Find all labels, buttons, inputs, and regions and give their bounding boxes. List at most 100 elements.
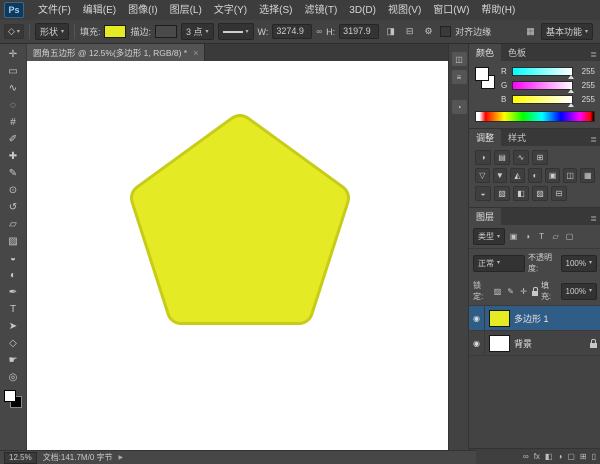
history-panel-icon[interactable]: ◫: [452, 52, 467, 66]
quick-selection-tool[interactable]: ◌: [2, 97, 24, 114]
properties-panel-icon[interactable]: ≡: [452, 70, 467, 84]
new-layer-icon[interactable]: ⊞: [580, 453, 587, 461]
menu-type[interactable]: 文字(Y): [208, 1, 253, 20]
slider-thumb[interactable]: [568, 89, 574, 93]
tool-mode-select[interactable]: 形状 ▾: [35, 23, 69, 40]
foreground-color-swatch[interactable]: [4, 390, 16, 402]
panel-menu-icon[interactable]: ≣: [590, 50, 600, 61]
new-group-icon[interactable]: ▢: [567, 453, 575, 461]
layer-row-polygon-1[interactable]: ◉ 多边形 1: [469, 306, 600, 331]
blur-tool[interactable]: ◒: [2, 250, 24, 267]
link-layers-icon[interactable]: ∞: [523, 453, 529, 461]
fill-color-swatch[interactable]: [104, 25, 126, 38]
panel-menu-icon[interactable]: ≣: [590, 135, 600, 146]
layer-thumbnail[interactable]: [489, 335, 510, 352]
black-white-icon[interactable]: ◐: [528, 168, 543, 183]
type-tool[interactable]: T: [2, 301, 24, 318]
color-spectrum-ramp[interactable]: [475, 111, 595, 122]
layer-name[interactable]: 多边形 1: [514, 312, 549, 325]
levels-icon[interactable]: ▤: [494, 150, 510, 165]
filter-pixel-layers-icon[interactable]: ▣: [508, 232, 519, 241]
blend-mode-select[interactable]: 正常 ▾: [473, 255, 525, 272]
tab-styles[interactable]: 样式: [501, 129, 533, 146]
exposure-icon[interactable]: ⊞: [532, 150, 548, 165]
shape-height-input[interactable]: 3197.9: [339, 24, 379, 39]
channel-mixer-icon[interactable]: ◫: [563, 168, 578, 183]
filter-smart-object-icon[interactable]: ▢: [564, 232, 575, 241]
menu-3d[interactable]: 3D(D): [343, 1, 382, 20]
healing-brush-tool[interactable]: ✚: [2, 148, 24, 165]
marquee-tool[interactable]: ▭: [2, 63, 24, 80]
lasso-tool[interactable]: ∿: [2, 80, 24, 97]
info-panel-icon[interactable]: ◔: [452, 100, 467, 114]
menu-window[interactable]: 窗口(W): [427, 1, 475, 20]
gradient-map-icon[interactable]: ▨: [532, 186, 548, 201]
filter-adjustment-layers-icon[interactable]: ◑: [522, 232, 533, 241]
layer-thumbnail[interactable]: [489, 310, 510, 327]
brush-tool[interactable]: ✎: [2, 165, 24, 182]
canvas[interactable]: [27, 61, 448, 451]
slider-thumb[interactable]: [568, 103, 574, 107]
layer-fill-select[interactable]: 100% ▾: [561, 283, 597, 300]
invert-icon[interactable]: ◒: [475, 186, 491, 201]
menu-filter[interactable]: 滤镜(T): [299, 1, 344, 20]
stroke-color-swatch[interactable]: [155, 25, 177, 38]
add-mask-icon[interactable]: ◧: [545, 453, 553, 461]
eraser-tool[interactable]: ▱: [2, 216, 24, 233]
move-tool[interactable]: ✛: [2, 46, 24, 63]
gear-icon[interactable]: ⚙: [421, 24, 436, 39]
menu-layer[interactable]: 图层(L): [164, 1, 208, 20]
path-operations-icon[interactable]: ◨: [383, 24, 398, 39]
posterize-icon[interactable]: ▧: [494, 186, 510, 201]
panel-menu-icon[interactable]: ≣: [590, 214, 600, 225]
menu-help[interactable]: 帮助(H): [475, 1, 521, 20]
layer-row-background[interactable]: ◉ 背景: [469, 331, 600, 356]
history-brush-tool[interactable]: ↺: [2, 199, 24, 216]
visibility-eye-icon[interactable]: ◉: [469, 331, 485, 355]
color-balance-icon[interactable]: ◭: [510, 168, 525, 183]
hand-tool[interactable]: ☛: [2, 352, 24, 369]
layer-name[interactable]: 背景: [514, 337, 532, 350]
blue-value[interactable]: 255: [577, 95, 595, 104]
clone-stamp-tool[interactable]: ⊙: [2, 182, 24, 199]
zoom-level-input[interactable]: 12.5%: [4, 452, 37, 464]
threshold-icon[interactable]: ◧: [513, 186, 529, 201]
stroke-width-select[interactable]: 3 点 ▾: [181, 23, 214, 40]
layer-filter-select[interactable]: 类型 ▾: [473, 228, 505, 245]
visibility-eye-icon[interactable]: ◉: [469, 306, 485, 330]
path-alignment-icon[interactable]: ⊟: [402, 24, 417, 39]
menu-select[interactable]: 选择(S): [253, 1, 298, 20]
menu-file[interactable]: 文件(F): [32, 1, 77, 20]
workspace-grid-icon[interactable]: ▦: [523, 24, 538, 39]
eyedropper-tool[interactable]: ✐: [2, 131, 24, 148]
tab-layers[interactable]: 图层: [469, 208, 501, 225]
blue-slider[interactable]: [512, 95, 573, 104]
crop-tool[interactable]: #: [2, 114, 24, 131]
opacity-select[interactable]: 100% ▾: [561, 255, 597, 272]
pen-tool[interactable]: ✒: [2, 284, 24, 301]
lock-pixels-icon[interactable]: ✎: [506, 287, 516, 296]
document-tab[interactable]: 圆角五边形 @ 12.5%(多边形 1, RGB/8) * ×: [27, 44, 205, 61]
color-panel-fgbg[interactable]: [475, 67, 495, 89]
vibrance-icon[interactable]: ▽: [475, 168, 490, 183]
delete-layer-icon[interactable]: ▯: [592, 453, 596, 461]
foreground-background-swatches[interactable]: [4, 390, 22, 408]
photo-filter-icon[interactable]: ▣: [545, 168, 560, 183]
tool-preset-button[interactable]: ◇ ▾: [4, 24, 24, 39]
zoom-tool[interactable]: ◎: [2, 369, 24, 386]
link-dimensions-icon[interactable]: ∞: [316, 27, 322, 36]
layer-style-fx-icon[interactable]: fx: [534, 453, 540, 461]
tab-adjustments[interactable]: 调整: [469, 129, 501, 146]
tab-swatches[interactable]: 色板: [501, 44, 533, 61]
shape-tool[interactable]: ◇: [2, 335, 24, 352]
lock-transparency-icon[interactable]: ▨: [493, 287, 503, 296]
red-value[interactable]: 255: [577, 67, 595, 76]
align-edges-checkbox[interactable]: [440, 26, 451, 37]
tab-color[interactable]: 颜色: [469, 44, 501, 61]
selective-color-icon[interactable]: ⊟: [551, 186, 567, 201]
dodge-tool[interactable]: ◐: [2, 267, 24, 284]
foreground-color-swatch[interactable]: [475, 67, 489, 81]
status-arrow-icon[interactable]: ▶: [119, 454, 124, 461]
red-slider[interactable]: [512, 67, 573, 76]
brightness-contrast-icon[interactable]: ◑: [475, 150, 491, 165]
